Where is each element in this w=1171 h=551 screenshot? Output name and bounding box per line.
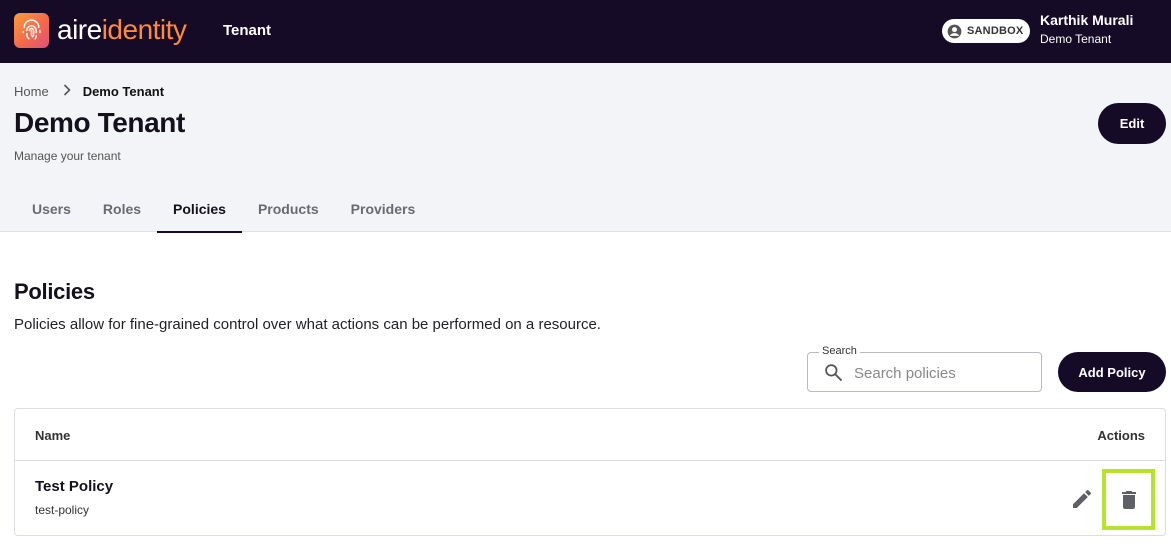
account-circle-icon xyxy=(947,24,962,38)
pencil-icon[interactable] xyxy=(1070,487,1094,511)
page-title: Demo Tenant xyxy=(14,107,185,138)
search-input[interactable] xyxy=(854,361,1029,385)
tab-policies[interactable]: Policies xyxy=(157,185,242,233)
page-header: Home Demo Tenant Demo Tenant Manage your… xyxy=(0,63,1171,233)
search-field[interactable]: Search xyxy=(807,345,1042,392)
policies-table: Name Actions Test Policy test-policy xyxy=(14,408,1166,536)
search-icon xyxy=(825,364,842,381)
trash-icon xyxy=(1121,490,1136,509)
environment-label: SANDBOX xyxy=(967,25,1024,37)
brand-logo[interactable]: aireidentity xyxy=(57,13,187,47)
delete-button[interactable] xyxy=(1102,469,1155,530)
nav-section-tenant[interactable]: Tenant xyxy=(223,22,271,39)
tab-bar: Users Roles Policies Products Providers xyxy=(16,185,432,233)
user-tenant[interactable]: Demo Tenant xyxy=(1040,32,1111,46)
section-description: Policies allow for fine-grained control … xyxy=(14,316,601,333)
chevron-right-icon xyxy=(63,84,71,99)
breadcrumb-home[interactable]: Home xyxy=(14,84,49,99)
policy-name: Test Policy xyxy=(35,478,114,495)
table-header: Name Actions xyxy=(15,409,1165,461)
section-title: Policies xyxy=(14,279,95,304)
brand-text-secondary: identity xyxy=(101,14,187,45)
tab-roles[interactable]: Roles xyxy=(87,185,157,232)
user-name[interactable]: Karthik Murali xyxy=(1040,12,1133,28)
tab-products[interactable]: Products xyxy=(242,185,335,232)
breadcrumb-current: Demo Tenant xyxy=(82,84,165,99)
page-subtitle: Manage your tenant xyxy=(14,149,121,163)
column-header-actions: Actions xyxy=(1097,428,1145,443)
tab-users[interactable]: Users xyxy=(16,185,87,232)
search-label: Search xyxy=(819,345,860,357)
brand-text-primary: aire xyxy=(57,14,102,45)
table-row[interactable]: Test Policy test-policy xyxy=(15,461,1165,536)
tab-providers[interactable]: Providers xyxy=(335,185,432,232)
breadcrumb: Home Demo Tenant xyxy=(14,84,164,99)
column-header-name: Name xyxy=(35,428,71,443)
policy-id: test-policy xyxy=(35,503,90,517)
add-policy-button[interactable]: Add Policy xyxy=(1058,352,1166,392)
edit-button[interactable]: Edit xyxy=(1098,103,1166,144)
environment-badge[interactable]: SANDBOX xyxy=(942,19,1030,43)
top-navbar: aireidentity Tenant SANDBOX Karthik Mura… xyxy=(0,0,1171,63)
fingerprint-icon[interactable] xyxy=(14,13,49,48)
